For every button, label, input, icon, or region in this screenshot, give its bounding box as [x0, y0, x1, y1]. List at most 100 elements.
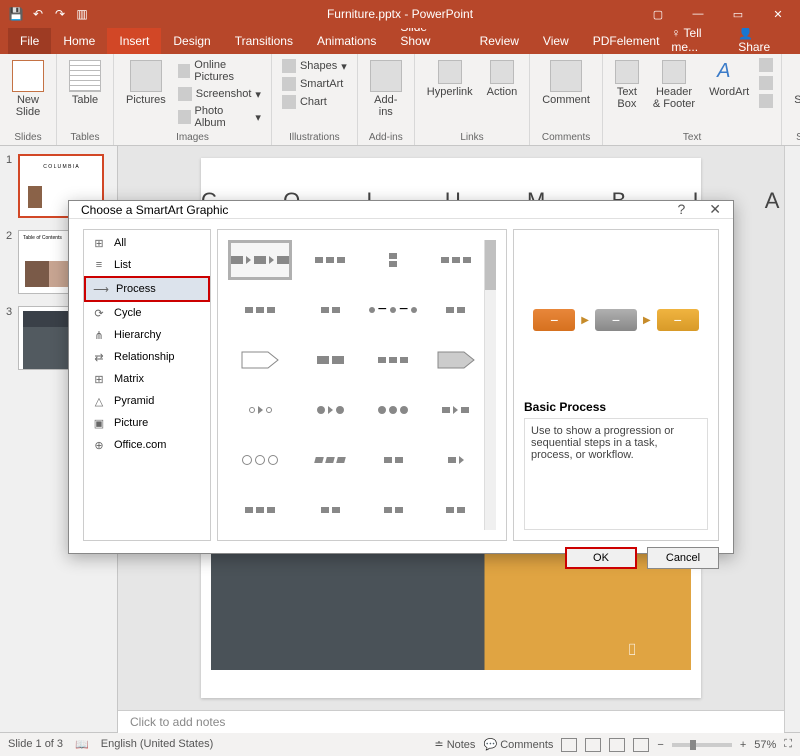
table-button[interactable]: Table	[65, 58, 105, 108]
smartart-item[interactable]	[306, 390, 355, 430]
zoom-level[interactable]: 57%	[754, 739, 776, 751]
tab-design[interactable]: Design	[161, 28, 222, 54]
share-button[interactable]: 👤 Share	[738, 26, 784, 54]
undo-icon[interactable]: ↶	[30, 6, 46, 22]
spell-icon[interactable]: 📖	[75, 738, 89, 751]
tab-insert[interactable]: Insert	[107, 28, 161, 54]
grid-scrollbar[interactable]	[484, 240, 496, 530]
comment-button[interactable]: Comment	[538, 58, 594, 108]
category-office[interactable]: ⊕Office.com	[84, 434, 210, 456]
normal-view-icon[interactable]	[561, 738, 577, 752]
smartart-item[interactable]	[306, 490, 355, 530]
category-cycle[interactable]: ⟳Cycle	[84, 302, 210, 324]
group-images-label: Images	[122, 132, 263, 143]
smartart-item[interactable]	[228, 340, 292, 380]
smartart-dialog: Choose a SmartArt Graphic ? ✕ ⊞All ≡List…	[68, 200, 734, 554]
online-pictures-button[interactable]: Online Pictures	[176, 58, 263, 84]
category-list[interactable]: ≡List	[84, 254, 210, 276]
smartart-button[interactable]: SmartArt	[280, 76, 349, 92]
shapes-button[interactable]: Shapes ▾	[280, 58, 349, 74]
close-icon[interactable]: ✕	[760, 4, 796, 24]
maximize-icon[interactable]: ▭	[720, 4, 756, 24]
category-picture[interactable]: ▣Picture	[84, 412, 210, 434]
zoom-slider[interactable]	[672, 743, 732, 747]
fit-icon[interactable]: ⛶	[784, 738, 792, 751]
ok-button[interactable]: OK	[565, 547, 637, 569]
tell-me[interactable]: ♀ Tell me...	[671, 26, 726, 54]
smartart-item[interactable]	[306, 290, 355, 330]
smartart-item[interactable]	[228, 440, 292, 480]
tab-review[interactable]: Review	[468, 28, 531, 54]
object-icon[interactable]	[759, 94, 773, 108]
new-slide-button[interactable]: New Slide	[8, 58, 48, 120]
photo-album-button[interactable]: Photo Album ▾	[176, 104, 263, 130]
start-icon[interactable]: ▥	[74, 6, 90, 22]
tab-view[interactable]: View	[531, 28, 581, 54]
vertical-scrollbar[interactable]	[784, 146, 800, 732]
screenshot-button[interactable]: Screenshot ▾	[176, 86, 263, 102]
smartart-item[interactable]	[306, 240, 355, 280]
sorter-view-icon[interactable]	[585, 738, 601, 752]
tab-file[interactable]: File	[8, 28, 51, 54]
smartart-item[interactable]	[431, 290, 480, 330]
category-process[interactable]: ⟶Process	[84, 276, 210, 302]
smartart-item[interactable]	[369, 390, 418, 430]
symbols-button[interactable]: ΩSymbols	[790, 58, 800, 108]
cancel-button[interactable]: Cancel	[647, 547, 719, 569]
smartart-item[interactable]	[228, 390, 292, 430]
category-pyramid[interactable]: △Pyramid	[84, 390, 210, 412]
tab-home[interactable]: Home	[51, 28, 107, 54]
smartart-item[interactable]: −−	[369, 290, 418, 330]
zoom-in-icon[interactable]: +	[740, 739, 746, 751]
smartart-item[interactable]	[431, 440, 480, 480]
smartart-item[interactable]	[431, 240, 480, 280]
smartart-item[interactable]	[228, 490, 292, 530]
dialog-close-icon[interactable]: ✕	[709, 201, 721, 218]
date-icon[interactable]	[759, 58, 773, 72]
category-hierarchy[interactable]: ⋔Hierarchy	[84, 324, 210, 346]
language-indicator[interactable]: English (United States)	[101, 738, 214, 751]
category-relationship[interactable]: ⇄Relationship	[84, 346, 210, 368]
tab-pdfelement[interactable]: PDFelement	[581, 28, 672, 54]
reading-view-icon[interactable]	[609, 738, 625, 752]
category-all[interactable]: ⊞All	[84, 232, 210, 254]
save-icon[interactable]: 💾	[8, 6, 24, 22]
dialog-help-icon[interactable]: ?	[677, 201, 685, 218]
action-button[interactable]: Action	[483, 58, 522, 100]
slideshow-view-icon[interactable]	[633, 738, 649, 752]
ribbon-options-icon[interactable]: ▢	[640, 4, 676, 24]
smartart-item[interactable]	[431, 390, 480, 430]
smartart-item[interactable]	[369, 490, 418, 530]
chart-button[interactable]: Chart	[280, 94, 349, 110]
slidenum-icon[interactable]	[759, 76, 773, 90]
minimize-icon[interactable]: —	[680, 4, 716, 24]
smartart-item[interactable]	[306, 440, 355, 480]
wordart-button[interactable]: AWordArt	[705, 58, 753, 100]
hyperlink-button[interactable]: Hyperlink	[423, 58, 477, 100]
notes-pane[interactable]: Click to add notes	[118, 710, 784, 733]
smartart-basic-process[interactable]	[228, 240, 292, 280]
redo-icon[interactable]: ↷	[52, 6, 68, 22]
addins-button[interactable]: Add- ins	[366, 58, 406, 120]
tab-transitions[interactable]: Transitions	[223, 28, 305, 54]
document-title: Furniture.pptx - PowerPoint	[327, 7, 473, 21]
group-slides-label: Slides	[8, 132, 48, 143]
chair-icon: ⌷	[627, 642, 637, 660]
ribbon: New Slide Slides Table Tables Pictures O…	[0, 54, 800, 146]
smartart-item[interactable]	[369, 440, 418, 480]
tab-animations[interactable]: Animations	[305, 28, 388, 54]
smartart-item[interactable]	[431, 340, 480, 380]
textbox-button[interactable]: Text Box	[611, 58, 643, 112]
smartart-item[interactable]	[369, 240, 418, 280]
header-footer-button[interactable]: Header & Footer	[649, 58, 699, 112]
zoom-out-icon[interactable]: −	[657, 739, 663, 751]
pictures-button[interactable]: Pictures	[122, 58, 170, 108]
smartart-item[interactable]	[228, 290, 292, 330]
category-matrix[interactable]: ⊞Matrix	[84, 368, 210, 390]
quick-access-toolbar: 💾 ↶ ↷ ▥	[0, 6, 98, 22]
comments-button[interactable]: 💬 Comments	[483, 738, 553, 751]
smartart-item[interactable]	[431, 490, 480, 530]
smartart-item[interactable]	[369, 340, 418, 380]
notes-button[interactable]: ≐ Notes	[434, 738, 475, 751]
smartart-item[interactable]	[306, 340, 355, 380]
